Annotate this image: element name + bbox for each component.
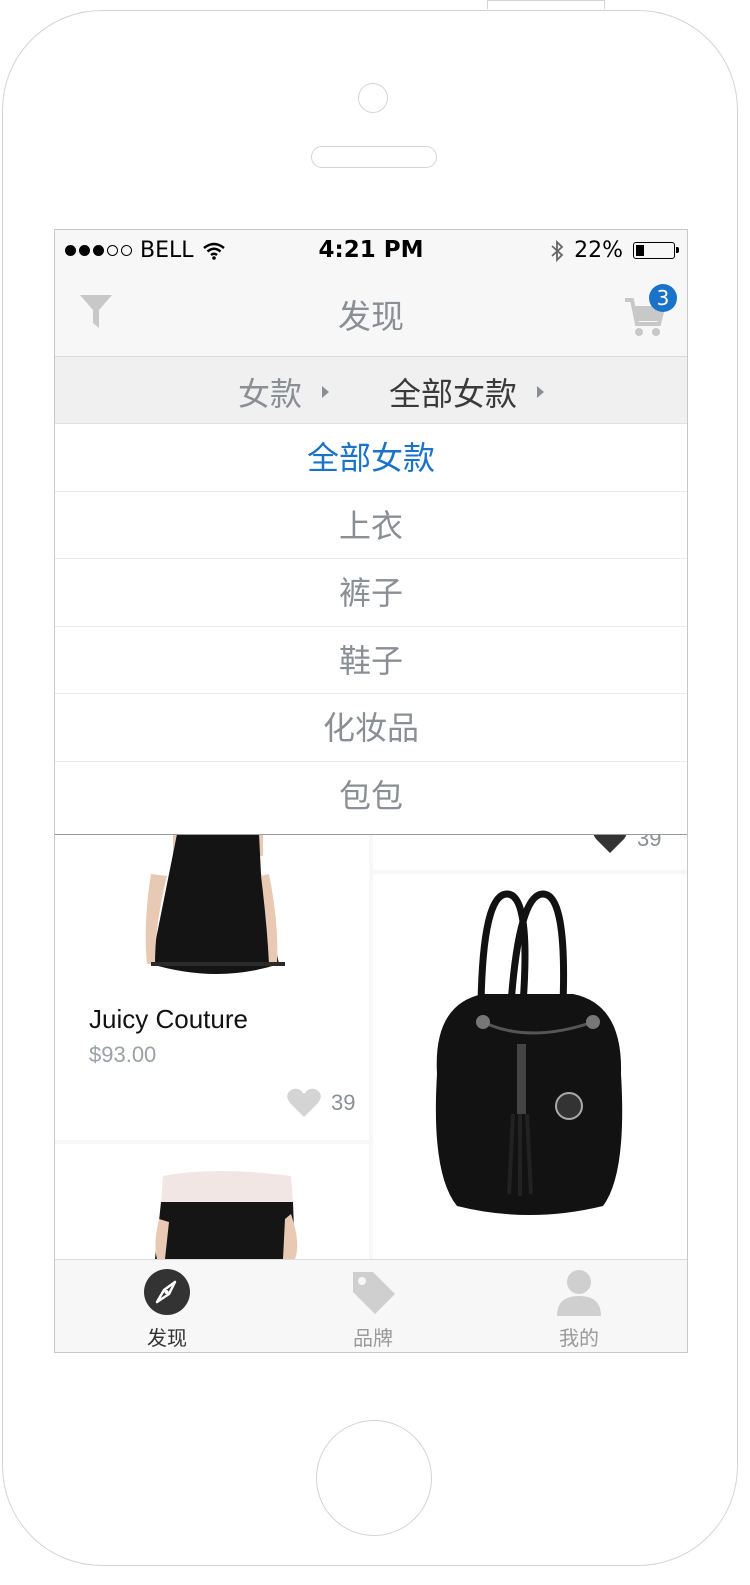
phone-home-button[interactable] [316,1420,432,1536]
dropdown-item-tops[interactable]: 上衣 [55,492,687,559]
category-breadcrumb: 女款 全部女款 [55,357,687,424]
user-icon [557,1270,601,1316]
breadcrumb-level1-label: 女款 [238,375,303,413]
heart-icon [287,1088,321,1117]
phone-speaker [311,146,437,168]
app-screen: BELL 4:21 PM 22% 发现 3 女款 全部女款 Juicy Cout… [54,229,688,1353]
dropdown-item-cosmetics[interactable]: 化妆品 [55,694,687,762]
status-bar: BELL 4:21 PM 22% [55,230,687,272]
dropdown-item-all[interactable]: 全部女款 [55,424,687,492]
cart-button[interactable]: 3 [623,284,679,344]
bluetooth-icon [551,239,564,262]
cart-count-badge: 3 [649,284,677,312]
product-brand: Juicy Couture [89,1004,248,1034]
dropdown-item-pants[interactable]: 裤子 [55,559,687,627]
phone-camera [358,83,388,113]
tab-bar: 发现 品牌 我的 [55,1259,687,1352]
product-grid: Juicy Couture $93.00 39 39 [55,824,687,1259]
caret-right-icon [537,386,545,398]
nav-bar: 发现 3 [55,272,687,357]
battery-icon [633,242,679,259]
dropdown-item-bags[interactable]: 包包 [55,762,687,830]
product-card[interactable] [55,1144,369,1259]
status-right: 22% [550,238,679,263]
breadcrumb-level1[interactable]: 女款 [238,369,330,415]
phone-side-button [487,0,605,9]
tab-discover[interactable]: 发现 [107,1268,227,1351]
compass-icon [144,1269,190,1315]
product-image [435,890,623,1215]
battery-percent: 22% [574,238,623,263]
product-image [155,1171,298,1259]
category-dropdown: 全部女款 上衣 裤子 鞋子 化妆品 包包 [55,424,687,835]
product-price: $93.00 [89,1042,157,1067]
like-count[interactable]: 39 [287,1088,355,1118]
tab-me-label: 我的 [559,1326,599,1350]
caret-right-icon [322,386,330,398]
product-card[interactable] [373,874,687,1259]
breadcrumb-level2-label: 全部女款 [389,375,518,413]
tab-me[interactable]: 我的 [519,1268,639,1351]
dropdown-item-shoes[interactable]: 鞋子 [55,627,687,694]
tag-icon [353,1272,395,1314]
page-title: 发现 [338,297,404,336]
tab-brands-label: 品牌 [353,1326,393,1350]
tab-discover-label: 发现 [147,1326,187,1350]
tab-brands[interactable]: 品牌 [313,1268,433,1351]
breadcrumb-level2[interactable]: 全部女款 [389,369,545,415]
like-count-value: 39 [331,1090,356,1115]
product-card[interactable]: Juicy Couture $93.00 39 [55,834,369,1140]
product-card[interactable]: 39 [373,824,687,870]
product-image [145,834,285,974]
